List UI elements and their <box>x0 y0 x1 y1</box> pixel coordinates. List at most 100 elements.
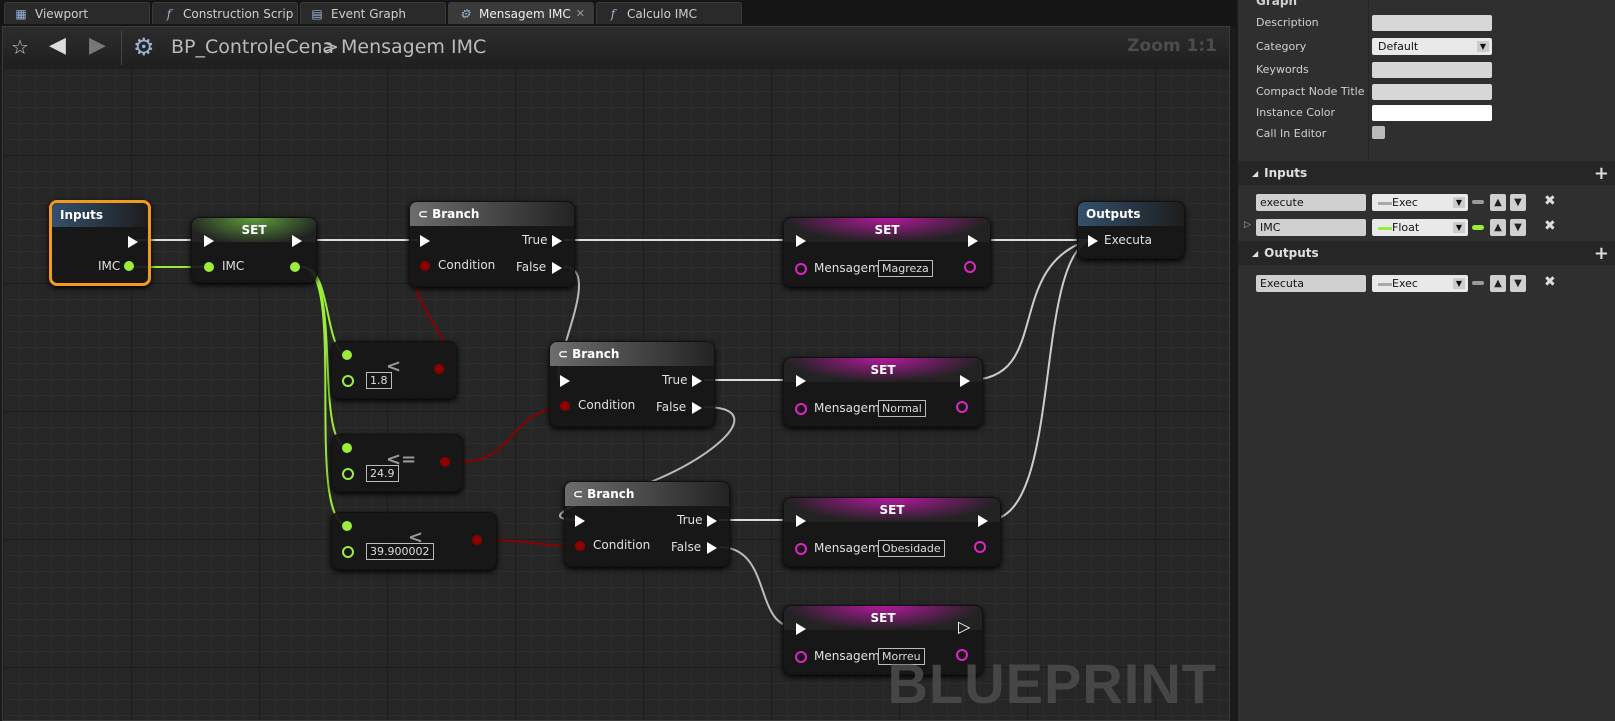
float-in-pin[interactable] <box>342 468 354 480</box>
move-down-button[interactable]: ▼ <box>1510 219 1526 236</box>
exec-out-pin[interactable] <box>978 515 988 527</box>
move-up-button[interactable]: ▲ <box>1490 194 1506 211</box>
float-out-pin[interactable] <box>290 262 300 272</box>
exec-in-pin[interactable] <box>575 515 585 527</box>
set-mensagem-node[interactable]: SET Mensagem Magreza <box>783 217 991 287</box>
float-in-pin[interactable] <box>342 443 352 453</box>
string-out-pin[interactable] <box>964 261 976 273</box>
description-field[interactable] <box>1372 15 1492 31</box>
less-than-node[interactable]: 39.900002 < <box>331 512 497 570</box>
move-up-button[interactable]: ▲ <box>1490 219 1506 236</box>
exec-out-pin[interactable] <box>960 375 970 387</box>
string-in-pin[interactable] <box>795 403 807 415</box>
set-mensagem-node[interactable]: SET Mensagem Obesidade <box>783 497 1001 567</box>
move-down-button[interactable]: ▼ <box>1510 275 1526 292</box>
branch-node-3[interactable]: ⊂ Branch True Condition False <box>564 481 730 567</box>
exec-out-pin[interactable] <box>128 236 138 248</box>
add-output-button[interactable]: + <box>1594 243 1609 264</box>
exec-true-pin[interactable] <box>552 235 562 247</box>
output-type-dropdown[interactable]: Exec ▼ <box>1372 275 1468 292</box>
move-down-button[interactable]: ▼ <box>1510 194 1526 211</box>
chevron-down-icon: ▼ <box>1453 197 1465 208</box>
instance-color-swatch[interactable] <box>1372 105 1492 121</box>
pin-label-false: False <box>656 400 687 414</box>
output-name-field[interactable]: Executa <box>1256 275 1366 292</box>
float-in-pin[interactable] <box>204 262 214 272</box>
tab-event-graph[interactable]: ▤ Event Graph <box>300 2 446 24</box>
add-input-button[interactable]: + <box>1594 163 1609 184</box>
input-type-dropdown[interactable]: Exec ▼ <box>1372 194 1468 211</box>
bool-out-pin[interactable] <box>434 364 444 374</box>
float-out-pin[interactable] <box>124 261 134 271</box>
string-out-pin[interactable] <box>974 541 986 553</box>
bool-out-pin[interactable] <box>440 457 450 467</box>
value-field[interactable]: Magreza <box>878 260 933 277</box>
float-in-pin[interactable] <box>342 375 354 387</box>
remove-output-button[interactable]: ✖ <box>1544 274 1556 290</box>
pin-label: Mensagem <box>814 401 880 415</box>
exec-false-pin[interactable] <box>552 262 562 274</box>
pin-label-true: True <box>677 513 703 527</box>
input-name-field[interactable]: IMC <box>1256 219 1366 236</box>
bool-out-pin[interactable] <box>472 535 482 545</box>
exec-out-pin[interactable] <box>292 235 302 247</box>
remove-input-button[interactable]: ✖ <box>1544 193 1556 209</box>
float-in-pin[interactable] <box>342 521 352 531</box>
float-in-pin[interactable] <box>342 350 352 360</box>
exec-in-pin[interactable] <box>420 235 430 247</box>
exec-in-pin[interactable] <box>796 515 806 527</box>
value-field[interactable]: Normal <box>878 400 926 417</box>
outputs-node[interactable]: Outputs Executa <box>1077 201 1185 259</box>
blueprint-graph[interactable]: ☆ ◀ ▶ ⚙ BP_ControleCena > Mensagem IMC Z… <box>2 26 1230 721</box>
string-in-pin[interactable] <box>795 651 807 663</box>
exec-in-pin[interactable] <box>796 623 806 635</box>
outputs-section-header[interactable]: ◢ Outputs + <box>1238 241 1615 265</box>
chevron-down-icon: ▼ <box>1453 222 1465 233</box>
move-up-button[interactable]: ▲ <box>1490 275 1506 292</box>
tab-mensagem-imc[interactable]: ⚙ Mensagem IMC ✕ <box>448 2 594 24</box>
exec-in-pin[interactable] <box>796 375 806 387</box>
compact-title-field[interactable] <box>1372 84 1492 100</box>
tab-construction-script[interactable]: f Construction Scrip <box>152 2 298 24</box>
float-in-pin[interactable] <box>342 546 354 558</box>
tab-calculo-imc[interactable]: f Calculo IMC <box>596 2 742 24</box>
bool-in-pin[interactable] <box>420 261 430 271</box>
inputs-section-header[interactable]: ◢ Inputs + <box>1238 161 1615 185</box>
exec-in-pin[interactable] <box>796 235 806 247</box>
branch-node-2[interactable]: ⊂ Branch True Condition False <box>549 341 715 427</box>
exec-true-pin[interactable] <box>692 375 702 387</box>
exec-false-pin[interactable] <box>692 402 702 414</box>
exec-out-pin[interactable] <box>968 235 978 247</box>
node-title: SET <box>874 223 900 237</box>
remove-input-button[interactable]: ✖ <box>1544 218 1556 234</box>
exec-in-pin[interactable] <box>204 235 214 247</box>
string-in-pin[interactable] <box>795 543 807 555</box>
set-imc-node[interactable]: SET IMC <box>191 217 317 283</box>
type-value: Float <box>1392 221 1420 234</box>
exec-in-pin[interactable] <box>560 375 570 387</box>
string-in-pin[interactable] <box>795 263 807 275</box>
value-field[interactable]: 39.900002 <box>366 543 434 560</box>
branch-node-1[interactable]: ⊂ Branch True Condition False <box>409 201 575 287</box>
close-icon[interactable]: ✕ <box>576 7 585 20</box>
pin-label: IMC <box>222 259 245 273</box>
compact-title-label: Compact Node Title <box>1256 85 1365 98</box>
exec-false-pin[interactable] <box>707 542 717 554</box>
expand-arrow-icon[interactable]: ▷ <box>1244 220 1251 230</box>
input-name-field[interactable]: execute <box>1256 194 1366 211</box>
call-in-editor-checkbox[interactable] <box>1372 126 1385 139</box>
exec-in-pin[interactable] <box>1088 235 1098 247</box>
inputs-node[interactable]: Inputs IMC <box>49 200 151 286</box>
less-than-node[interactable]: 1.8 < <box>331 341 457 399</box>
keywords-field[interactable] <box>1372 62 1492 78</box>
category-dropdown[interactable]: Default ▼ <box>1372 38 1492 55</box>
less-equal-node[interactable]: 24.9 <= <box>331 434 463 492</box>
input-type-dropdown[interactable]: Float ▼ <box>1372 219 1468 236</box>
set-mensagem-node[interactable]: SET Mensagem Normal <box>783 357 983 427</box>
bool-in-pin[interactable] <box>575 541 585 551</box>
bool-in-pin[interactable] <box>560 401 570 411</box>
tab-viewport[interactable]: ▦ Viewport <box>4 2 150 24</box>
string-out-pin[interactable] <box>956 401 968 413</box>
exec-true-pin[interactable] <box>707 515 717 527</box>
value-field[interactable]: Obesidade <box>878 540 945 557</box>
